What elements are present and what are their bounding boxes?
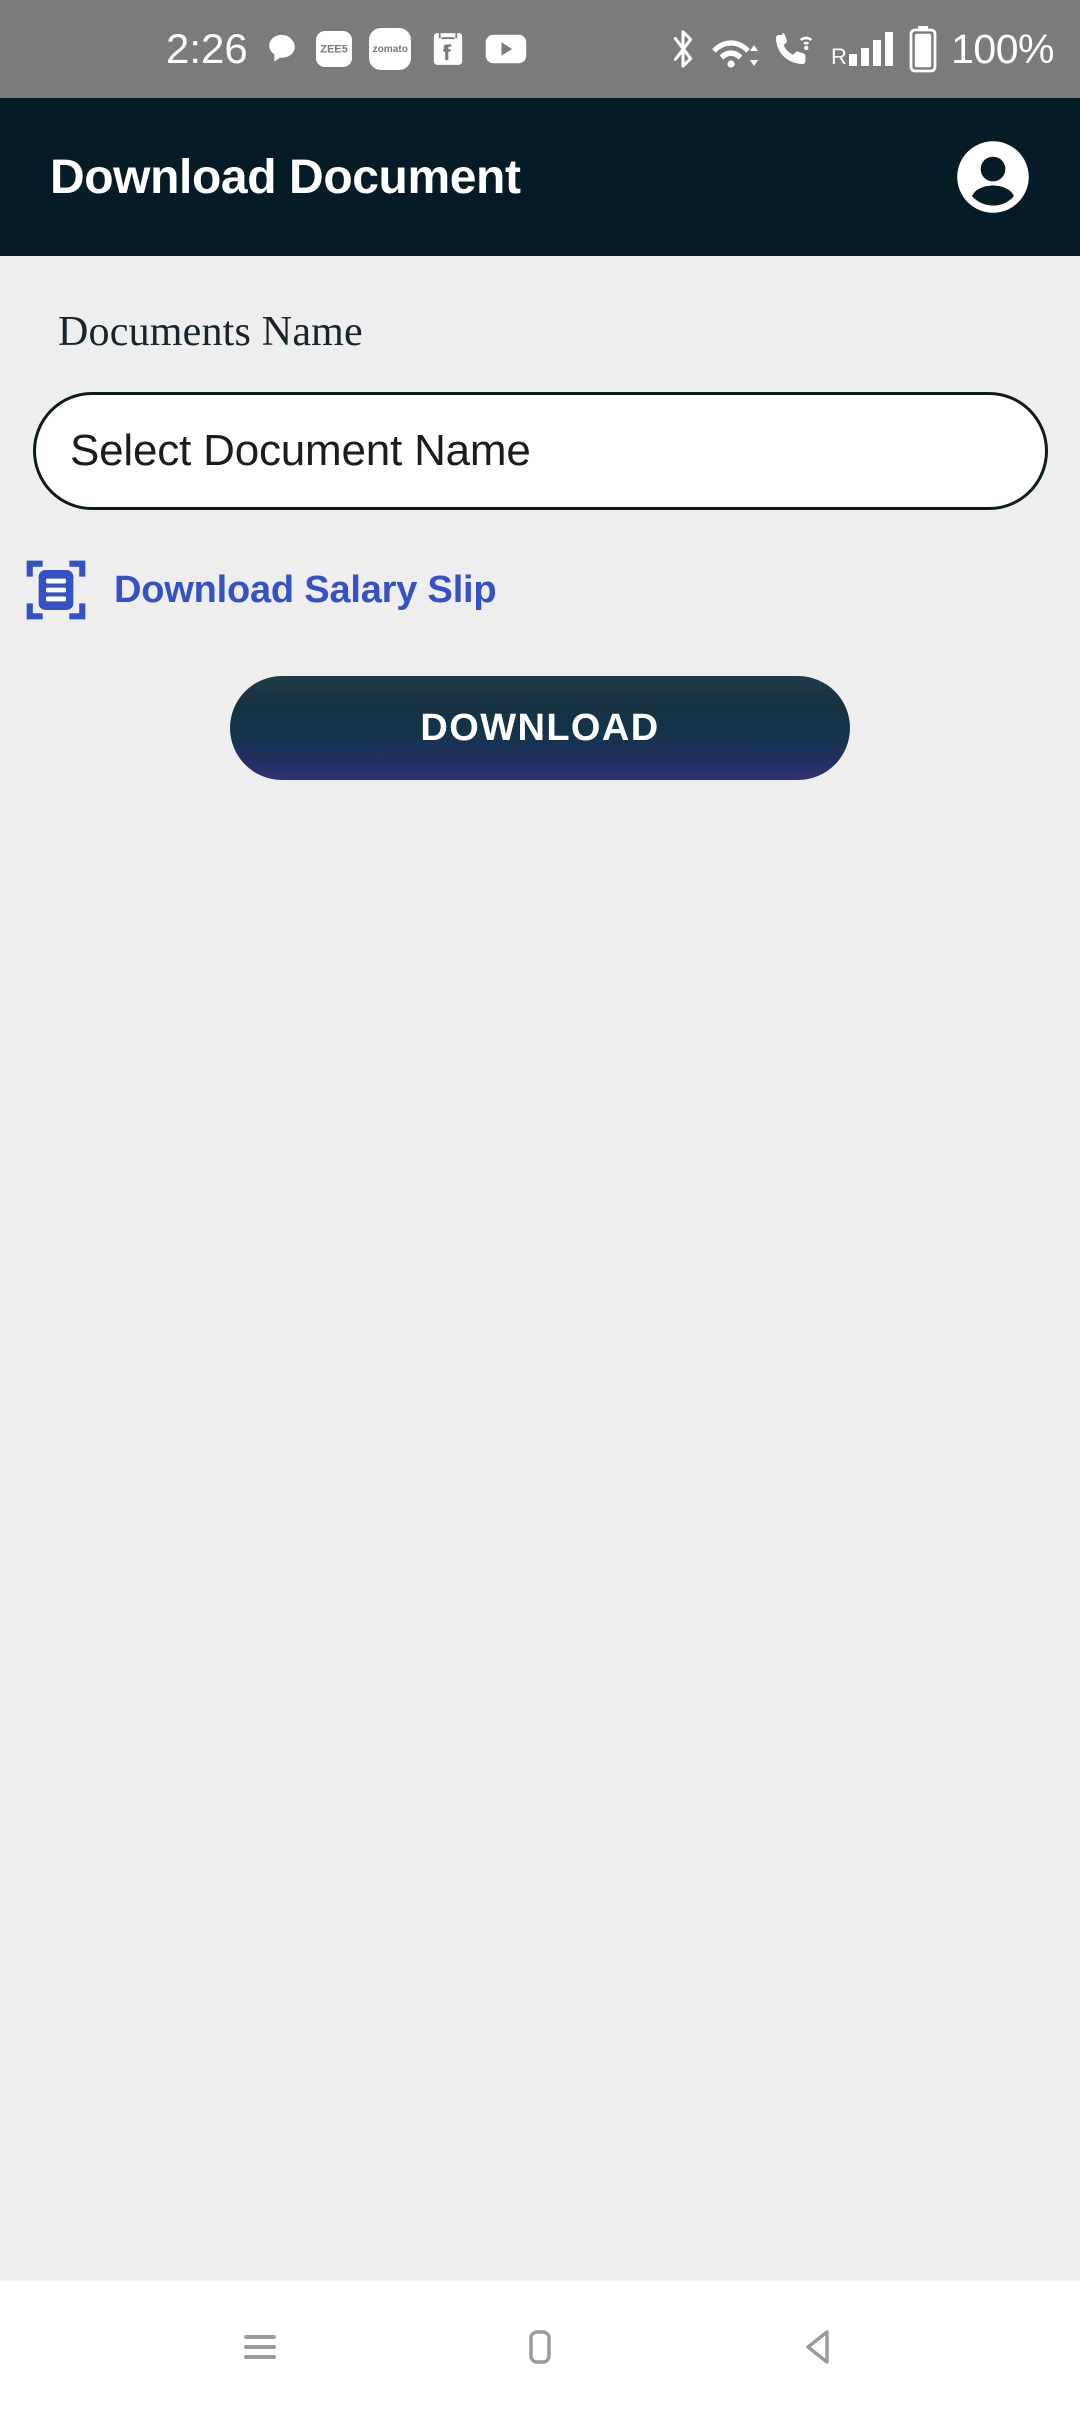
recents-hamburger-icon bbox=[244, 2334, 276, 2359]
back-triangle-icon bbox=[806, 2329, 829, 2364]
status-bar-right: R 100% bbox=[668, 25, 1054, 73]
svg-text:R: R bbox=[831, 44, 847, 69]
app-header: Download Document bbox=[0, 98, 1080, 256]
flipkart-app-icon bbox=[433, 33, 462, 65]
page-title: Download Document bbox=[50, 150, 521, 204]
status-bar: 2:26 ZEE5 zomato R 100% bbox=[0, 0, 1080, 98]
documents-name-label: Documents Name bbox=[58, 309, 363, 355]
battery-percent-label: 100% bbox=[951, 25, 1054, 72]
chat-bubble-icon bbox=[269, 34, 295, 62]
vowifi-call-icon bbox=[776, 33, 813, 64]
page-content: Documents Name Select Document Name Down… bbox=[0, 256, 1080, 2281]
document-scanner-icon bbox=[26, 560, 86, 620]
account-avatar-icon[interactable] bbox=[954, 138, 1032, 216]
zomato-app-icon: zomato bbox=[368, 28, 411, 70]
download-salary-slip-label: Download Salary Slip bbox=[114, 568, 497, 611]
status-bar-left: 2:26 ZEE5 zomato bbox=[0, 28, 527, 70]
download-salary-slip-link[interactable]: Download Salary Slip bbox=[24, 558, 1080, 622]
android-nav-bar bbox=[0, 2281, 1080, 2412]
back-button[interactable] bbox=[760, 2287, 880, 2407]
roaming-signal-icon: R bbox=[831, 32, 894, 69]
youtube-app-icon bbox=[485, 34, 526, 64]
download-button[interactable]: DOWNLOAD bbox=[230, 676, 850, 780]
status-bar-clock: 2:26 bbox=[166, 25, 248, 72]
recent-apps-button[interactable] bbox=[200, 2287, 320, 2407]
home-button[interactable] bbox=[480, 2287, 600, 2407]
zee5-app-icon: ZEE5 bbox=[315, 31, 352, 67]
phone-screen: 2:26 ZEE5 zomato R 100% Download Documen… bbox=[0, 0, 1080, 2412]
battery-icon bbox=[909, 26, 937, 73]
bluetooth-icon bbox=[673, 30, 693, 68]
home-square-icon bbox=[529, 2329, 551, 2364]
wifi-icon bbox=[712, 40, 759, 68]
document-name-select-value: Select Document Name bbox=[70, 426, 531, 475]
document-name-select[interactable]: Select Document Name bbox=[33, 392, 1048, 510]
